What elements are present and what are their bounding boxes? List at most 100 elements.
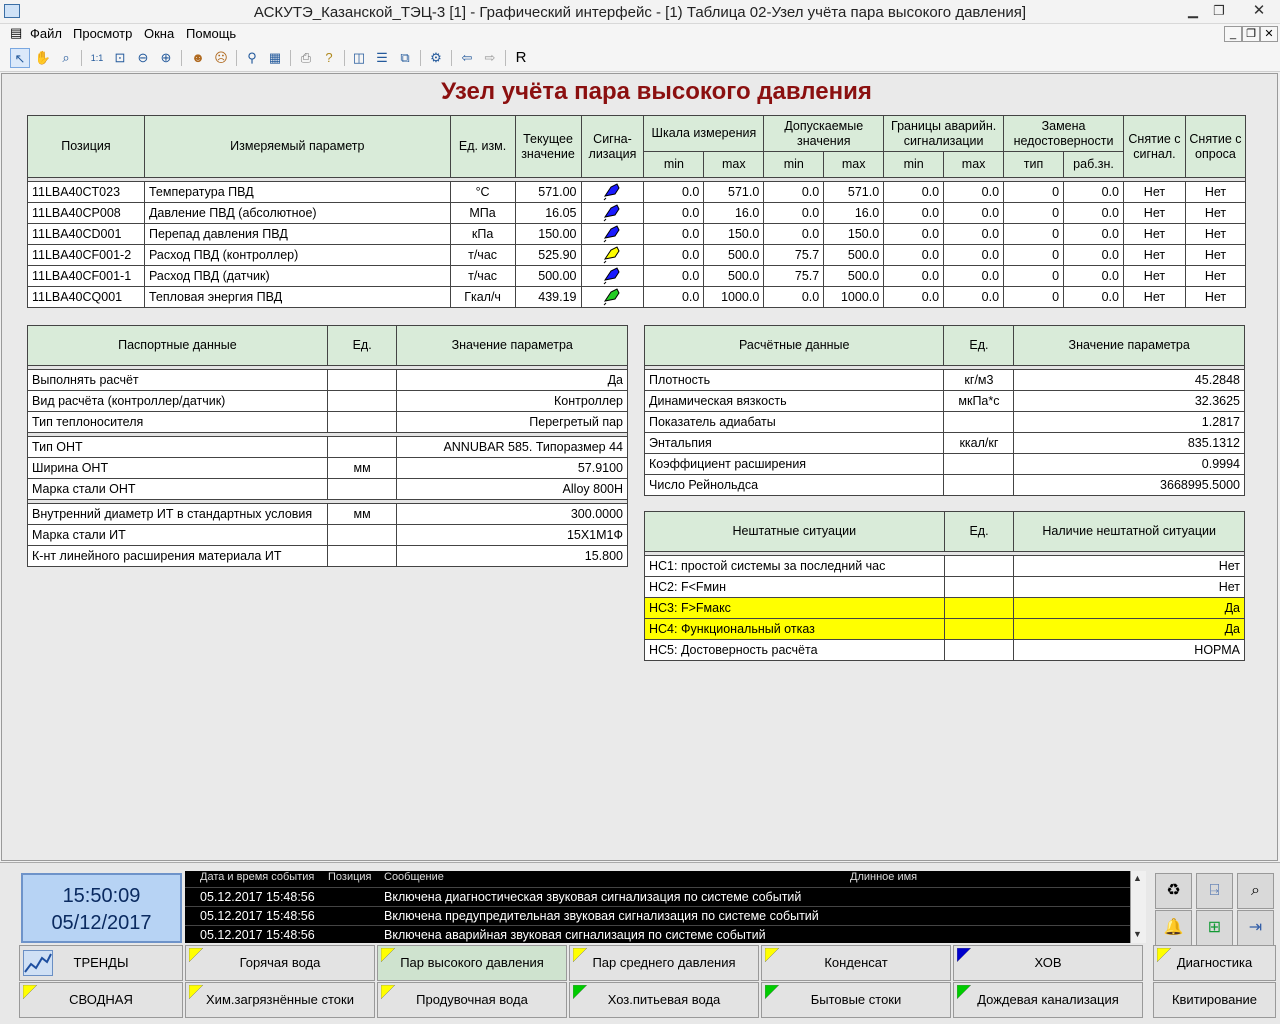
event-log[interactable]: Дата и время события Позиция Сообщение Д… [185,871,1146,943]
nav-button[interactable]: Бытовые стоки [761,982,951,1018]
hand-icon[interactable]: ✋ [33,48,53,68]
login-icon[interactable]: ⇥ [1237,910,1274,946]
status-flag-icon [381,948,395,962]
calc-row[interactable]: Динамическая вязкость мкПа*с 32.3625 [643,390,1245,412]
measurement-row[interactable]: 11LBA40CD001 Перепад давления ПВД кПа 150.0… [27,223,1247,245]
trends-button[interactable]: ТРЕНДЫ [19,945,183,981]
chart-settings-icon[interactable]: ⚙ [426,48,446,68]
measurement-row[interactable]: 11LBA40CF001-2 Расход ПВД (контроллер) т/ч… [27,244,1247,266]
calc-row[interactable]: Коэффициент расширения 0.9994 [643,453,1245,475]
cell-replace-type: 0 [1003,181,1065,203]
binoculars-icon[interactable]: ⚲ [242,48,262,68]
measurement-row[interactable]: 11LBA40CQ001 Тепловая энергия ПВД Гкал/ч 43… [27,286,1247,308]
scroll-down-icon[interactable]: ▼ [1133,929,1142,939]
event-datetime: 05.12.2017 15:48:56 [200,909,315,923]
bell-icon[interactable]: 🔔 [1155,910,1192,946]
split-vertical-icon[interactable]: ◫ [349,48,369,68]
print-icon[interactable]: ⎙ [296,48,316,68]
zoom-view-icon[interactable]: ⌕ [1237,873,1274,909]
zoom-out-icon[interactable]: ⊖ [133,48,153,68]
event-log-scrollbar[interactable]: ▲ ▼ [1130,871,1146,943]
mdi-restore-icon[interactable]: ❐ [1242,26,1260,42]
nav-button[interactable]: Пар высокого давления [377,945,567,981]
event-row[interactable]: 05.12.2017 15:48:56 Включена аварийная зв… [185,925,1130,943]
exit-door-icon[interactable]: ⍈ [1196,873,1233,909]
zoom-1to1-icon[interactable]: 1:1 [87,48,107,68]
calc-row[interactable]: Показатель адиабаты 1.2817 [643,411,1245,433]
magnifier-icon[interactable]: ⌕ [56,48,76,68]
abnormal-row[interactable]: НС1: простой системы за последний час Нет [644,555,1245,577]
measurement-row[interactable]: 11LBA40CF001-1 Расход ПВД (датчик) т/час 50… [27,265,1247,287]
menu-file[interactable]: Файл [30,26,62,41]
passport-row[interactable]: Внутренний диаметр ИТ в стандартных усло… [27,503,628,525]
cell-value: 835.1312 [1013,432,1245,454]
close-icon[interactable]: ✕ [1240,1,1278,21]
refresh-icon[interactable]: ♻ [1155,873,1192,909]
cell-signal [580,244,645,266]
minimize-icon[interactable]: ▁ [1180,1,1206,21]
document-icon[interactable]: ▤ [10,25,22,41]
cell-unit [943,411,1015,433]
nav-button[interactable]: Конденсат [761,945,951,981]
summary-flag-icon [23,985,37,999]
acknowledge-button[interactable]: Квитирование [1153,982,1276,1018]
passport-row[interactable]: Марка стали ИТ 15Х1М1Ф [27,524,628,546]
diagnostics-button[interactable]: Диагностика [1153,945,1276,981]
event-row[interactable]: 05.12.2017 15:48:56 Включена предупредите… [185,906,1130,924]
zoom-fit-icon[interactable]: ⊡ [110,48,130,68]
status-flag-icon [381,985,395,999]
nav-button[interactable]: Продувочная вода [377,982,567,1018]
passport-row[interactable]: Ширина ОНТ мм 57.9100 [27,457,628,479]
network-icon[interactable]: ⊞ [1196,910,1233,946]
nav-button[interactable]: Дождевая канализация [953,982,1143,1018]
calc-row[interactable]: Энтальпия ккал/кг 835.1312 [643,432,1245,454]
event-row[interactable]: 05.12.2017 15:48:56 Включена диагностичес… [185,887,1130,905]
passport-row[interactable]: К-нт линейного расширения материала ИТ 15… [27,545,628,567]
abnormal-row[interactable]: НС3: F>Fмакс Да [644,597,1245,619]
menu-view[interactable]: Просмотр [73,26,132,41]
measurement-row[interactable]: 11LBA40CT023 Температура ПВД °С 571.00 0.0 57… [27,181,1247,203]
passport-row[interactable]: Тип теплоносителя Перегретый пар [27,411,628,433]
col-signal: Сигна-лизация [580,115,645,178]
cell-name: Показатель адиабаты [643,411,945,433]
forward-icon[interactable]: ⇨ [480,48,500,68]
menu-help[interactable]: Помощь [186,26,236,41]
cell-emergency-min: 0.0 [883,181,945,203]
r-button[interactable]: R [511,48,531,68]
abnormal-row[interactable]: НС2: F<Fмин Нет [644,576,1245,598]
nav-button[interactable]: Хоз.питьевая вода [569,982,759,1018]
nav-button[interactable]: Хим.загрязнённые стоки [185,982,375,1018]
summary-button[interactable]: СВОДНАЯ [19,982,183,1018]
cell-unit [326,545,398,567]
nav-button[interactable]: Горячая вода [185,945,375,981]
calc-row[interactable]: Число Рейнольдса 3668995.5000 [643,474,1245,496]
passport-row[interactable]: Марка стали ОНТ Alloy 800H [27,478,628,500]
passport-row[interactable]: Вид расчёта (контроллер/датчик) Контролле… [27,390,628,412]
passport-row[interactable]: Выполнять расчёт Да [27,369,628,391]
pointer-icon[interactable]: ↖ [10,48,30,68]
users-icon[interactable]: ☻ [188,48,208,68]
calc-row[interactable]: Плотность кг/м3 45.2848 [643,369,1245,391]
passport-row[interactable]: Тип ОНТ ANNUBAR 585. Типоразмер 44 [27,436,628,458]
back-icon[interactable]: ⇦ [457,48,477,68]
nav-button-label: Хоз.питьевая вода [607,992,721,1007]
report-icon[interactable]: ▦ [265,48,285,68]
col-allowed: Допускаемые значения [763,115,885,152]
user-remove-icon[interactable]: ☹ [211,48,231,68]
cascade-icon[interactable]: ⧉ [395,48,415,68]
cell-emergency-min: 0.0 [883,265,945,287]
event-message: Включена предупредительная звуковая сигн… [384,909,819,923]
menu-windows[interactable]: Окна [144,26,174,41]
measurement-row[interactable]: 11LBA40CP008 Давление ПВД (абсолютное) МПа… [27,202,1247,224]
restore-icon[interactable]: ❐ [1206,1,1232,21]
help-icon[interactable]: ? [319,48,339,68]
nav-button[interactable]: ХОВ [953,945,1143,981]
abnormal-row[interactable]: НС5: Достоверность расчёта НОРМА [644,639,1245,661]
split-horizontal-icon[interactable]: ☰ [372,48,392,68]
zoom-in-icon[interactable]: ⊕ [156,48,176,68]
mdi-minimize-icon[interactable]: _ [1224,26,1242,42]
abnormal-row[interactable]: НС4: Функциональный отказ Да [644,618,1245,640]
mdi-close-icon[interactable]: ✕ [1260,26,1278,42]
nav-button[interactable]: Пар среднего давления [569,945,759,981]
scroll-up-icon[interactable]: ▲ [1133,873,1142,883]
